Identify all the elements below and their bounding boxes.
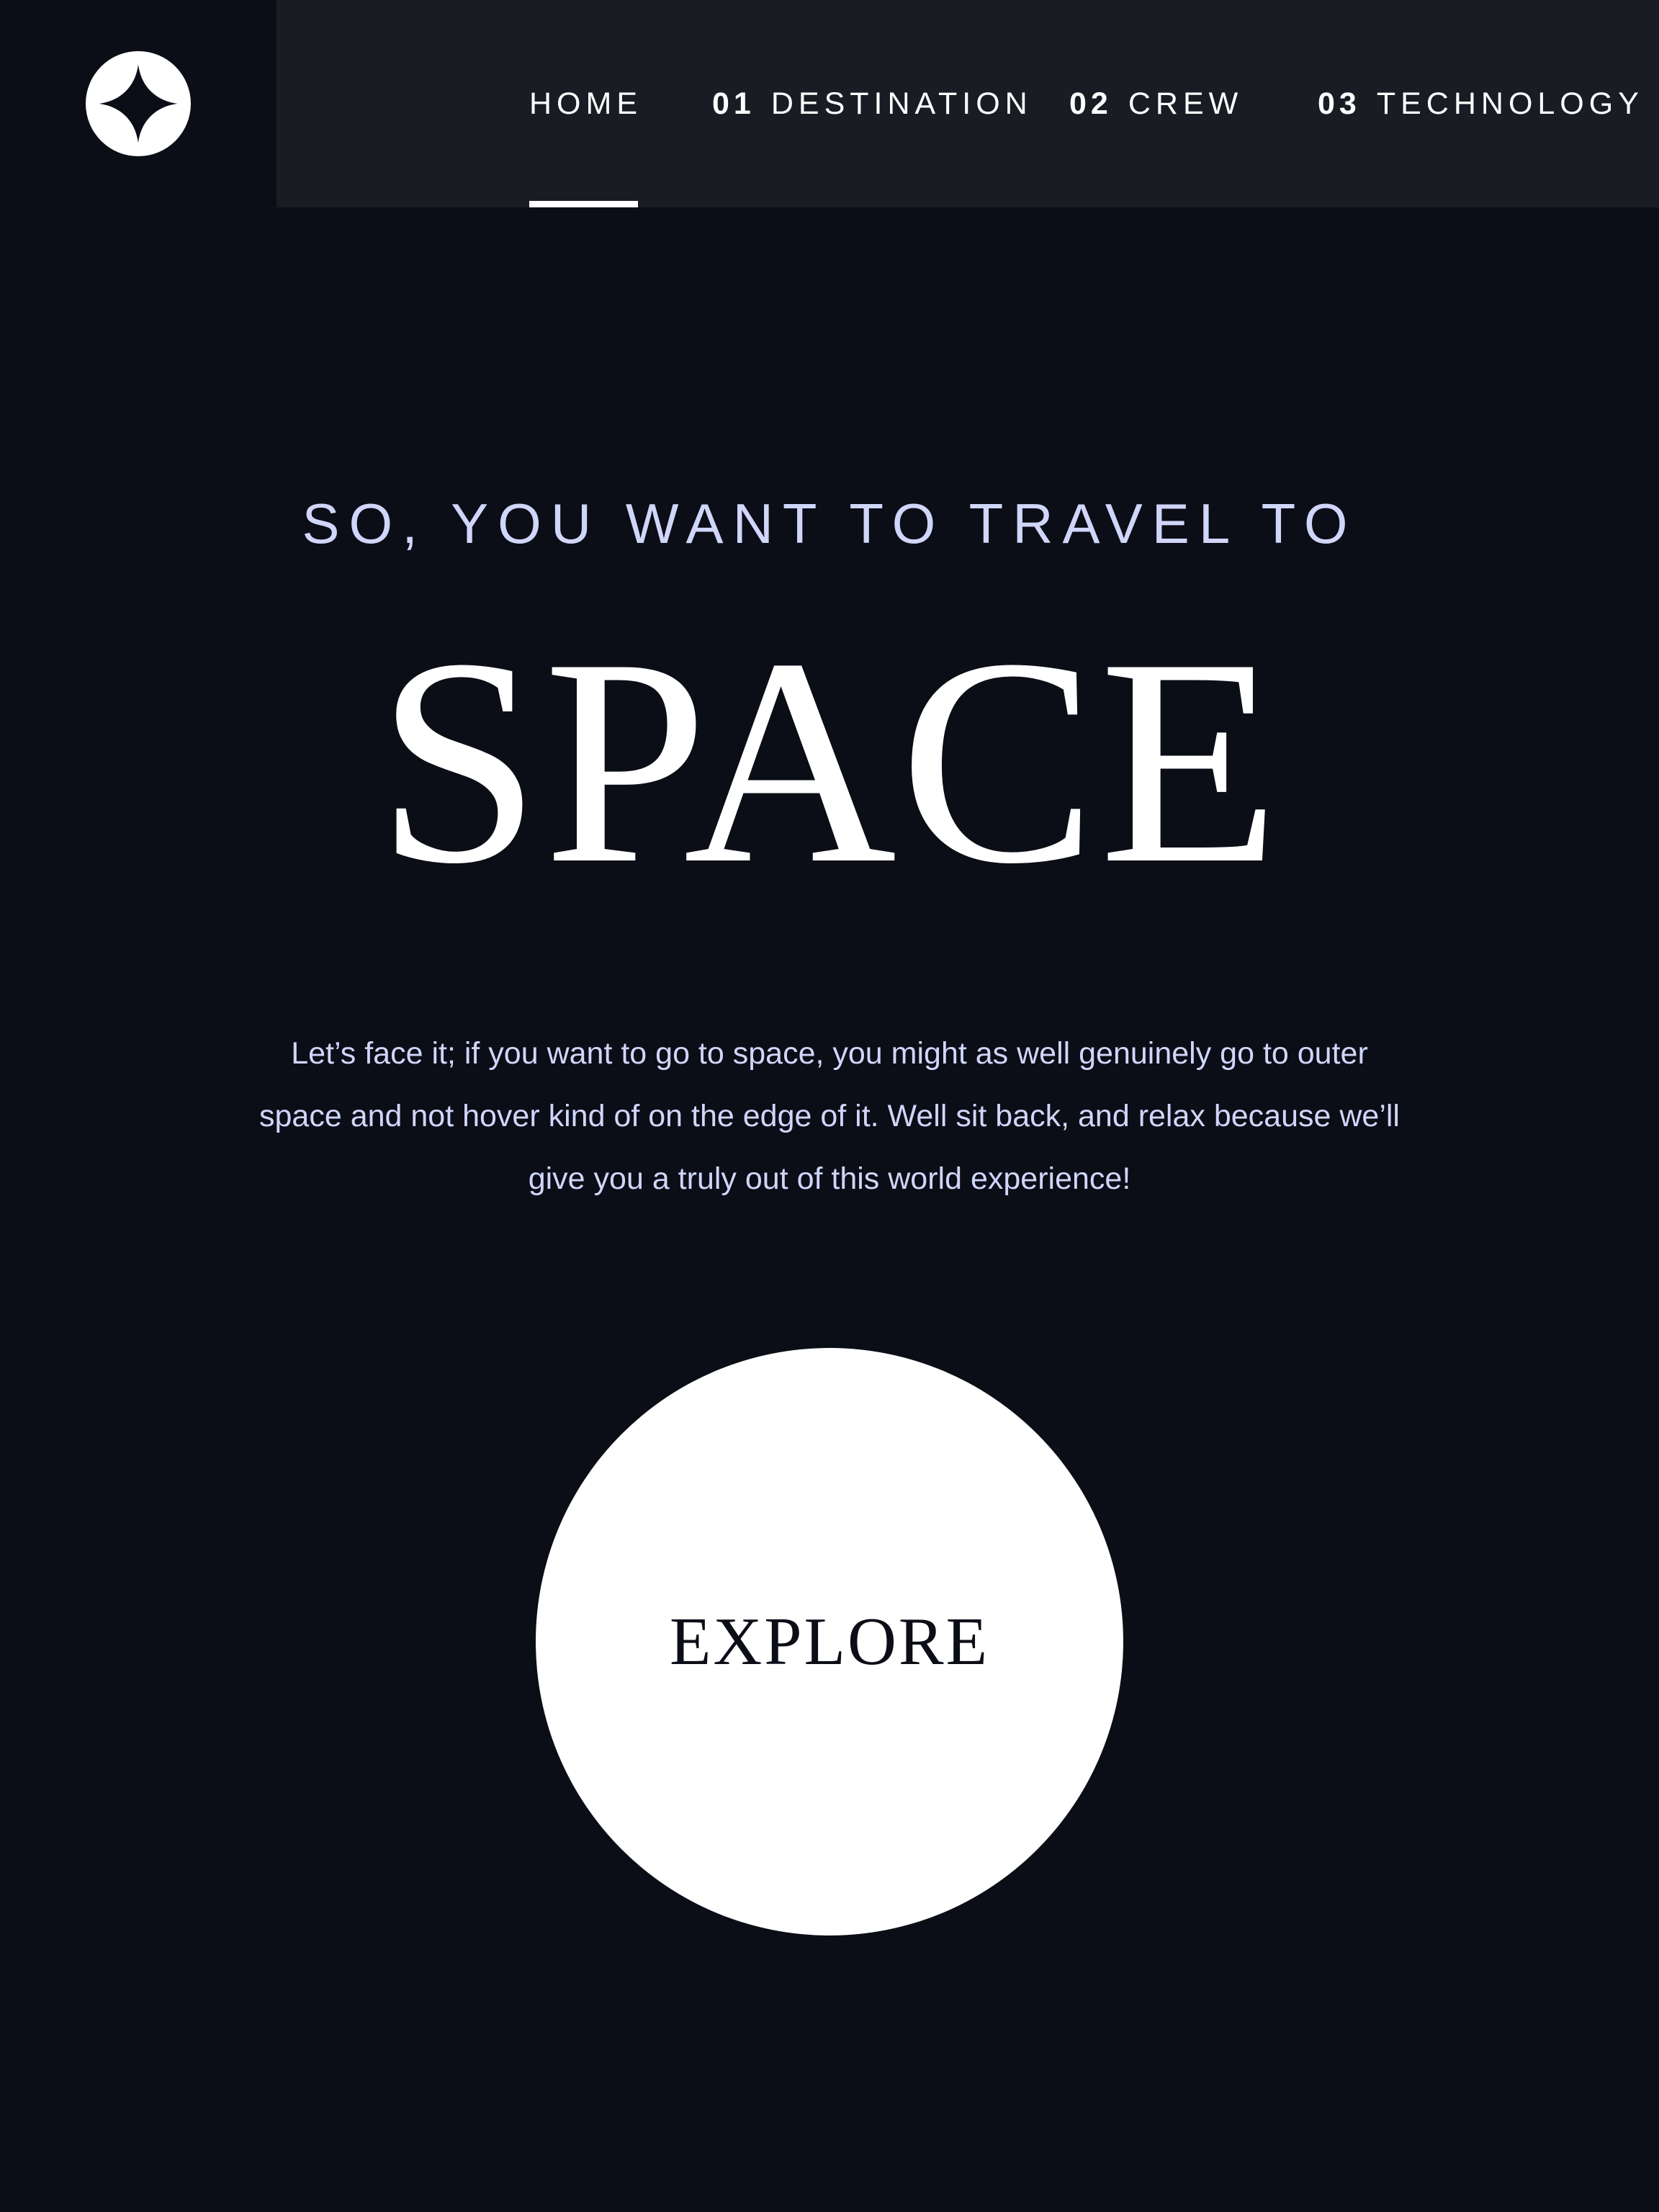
nav-item-home[interactable]: HOME — [529, 0, 642, 207]
nav-item-crew[interactable]: 02 CREW — [1069, 0, 1243, 207]
nav-label: CREW — [1128, 86, 1244, 121]
hero-eyebrow: SO, YOU WANT TO TRAVEL TO — [302, 492, 1357, 555]
site-header: HOME 01 DESTINATION 02 CREW 03 TECHNOLOG… — [0, 0, 1659, 207]
hero-title: SPACE — [376, 598, 1283, 925]
logo-container — [0, 0, 276, 207]
nav-label: HOME — [529, 86, 642, 121]
primary-nav: HOME 01 DESTINATION 02 CREW 03 TECHNOLOG… — [276, 0, 1659, 207]
nav-number: 01 — [712, 86, 755, 121]
explore-button-label: EXPLORE — [670, 1604, 989, 1679]
hero-description: Let’s face it; if you want to go to spac… — [259, 1036, 1400, 1196]
nav-number: 02 — [1069, 86, 1112, 121]
nav-number: 03 — [1318, 86, 1361, 121]
explore-button[interactable]: EXPLORE — [536, 1348, 1123, 1936]
star-logo-icon[interactable] — [86, 51, 191, 156]
nav-label: DESTINATION — [770, 86, 1033, 121]
nav-item-technology[interactable]: 03 TECHNOLOGY — [1318, 0, 1644, 207]
nav-label: TECHNOLOGY — [1376, 86, 1644, 121]
nav-item-destination[interactable]: 01 DESTINATION — [712, 0, 1033, 207]
